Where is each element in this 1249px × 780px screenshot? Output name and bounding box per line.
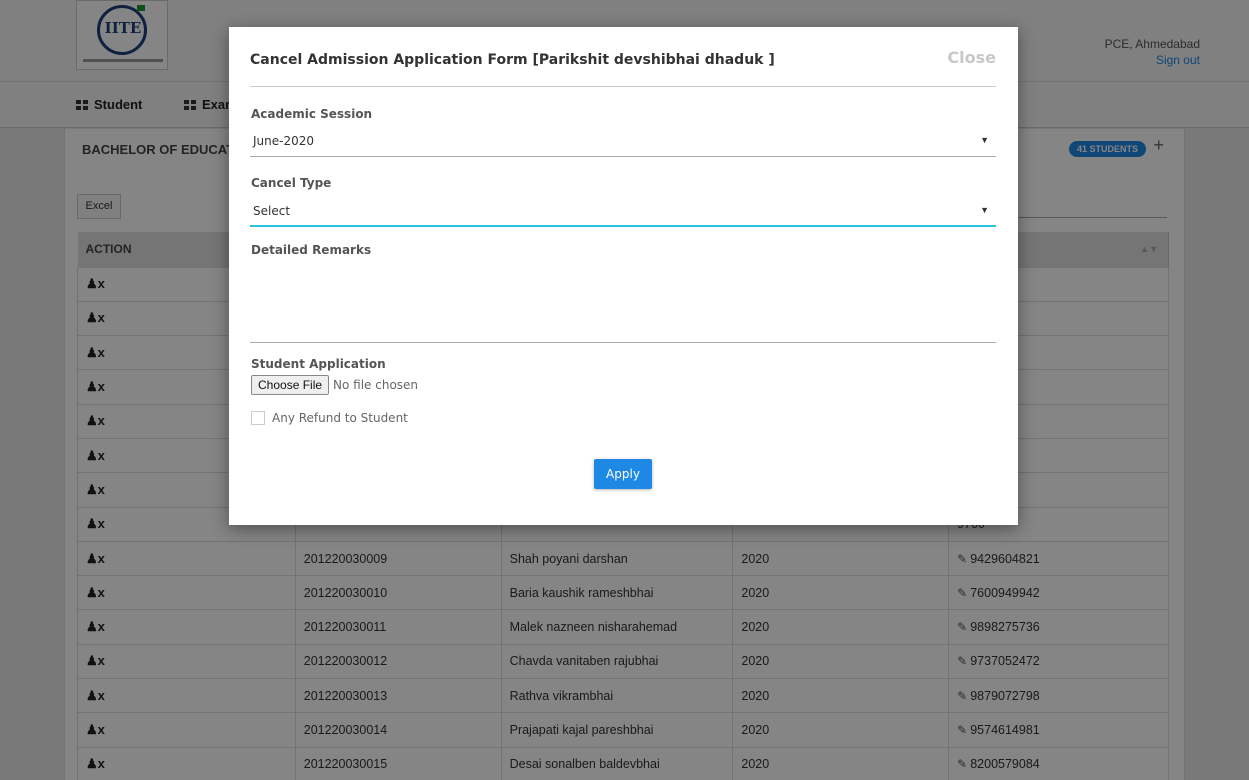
refund-row: Any Refund to Student bbox=[251, 411, 408, 425]
caret-down-icon: ▼ bbox=[980, 205, 989, 215]
modal-title: Cancel Admission Application Form [Parik… bbox=[250, 52, 775, 68]
refund-label[interactable]: Any Refund to Student bbox=[272, 411, 408, 425]
academic-session-label: Academic Session bbox=[251, 107, 373, 121]
student-application-label: Student Application bbox=[251, 357, 386, 371]
file-status: No file chosen bbox=[333, 378, 419, 392]
remarks-label: Detailed Remarks bbox=[251, 243, 372, 257]
academic-session-select[interactable]: June-2020 ▼ bbox=[250, 127, 996, 157]
close-button[interactable]: Close bbox=[947, 48, 996, 67]
caret-down-icon: ▼ bbox=[980, 135, 989, 145]
file-upload: Choose File No file chosen bbox=[251, 375, 418, 395]
choose-file-button[interactable]: Choose File bbox=[251, 375, 330, 395]
remarks-textarea[interactable] bbox=[250, 275, 996, 343]
cancel-type-value: Select bbox=[253, 204, 291, 218]
title-divider bbox=[250, 86, 996, 87]
cancel-type-select[interactable]: Select ▼ bbox=[250, 197, 996, 227]
apply-button[interactable]: Apply bbox=[594, 459, 652, 489]
cancel-type-label: Cancel Type bbox=[251, 176, 332, 190]
refund-checkbox[interactable] bbox=[251, 411, 265, 425]
cancel-admission-modal: Cancel Admission Application Form [Parik… bbox=[229, 27, 1018, 525]
academic-session-value: June-2020 bbox=[253, 134, 315, 148]
